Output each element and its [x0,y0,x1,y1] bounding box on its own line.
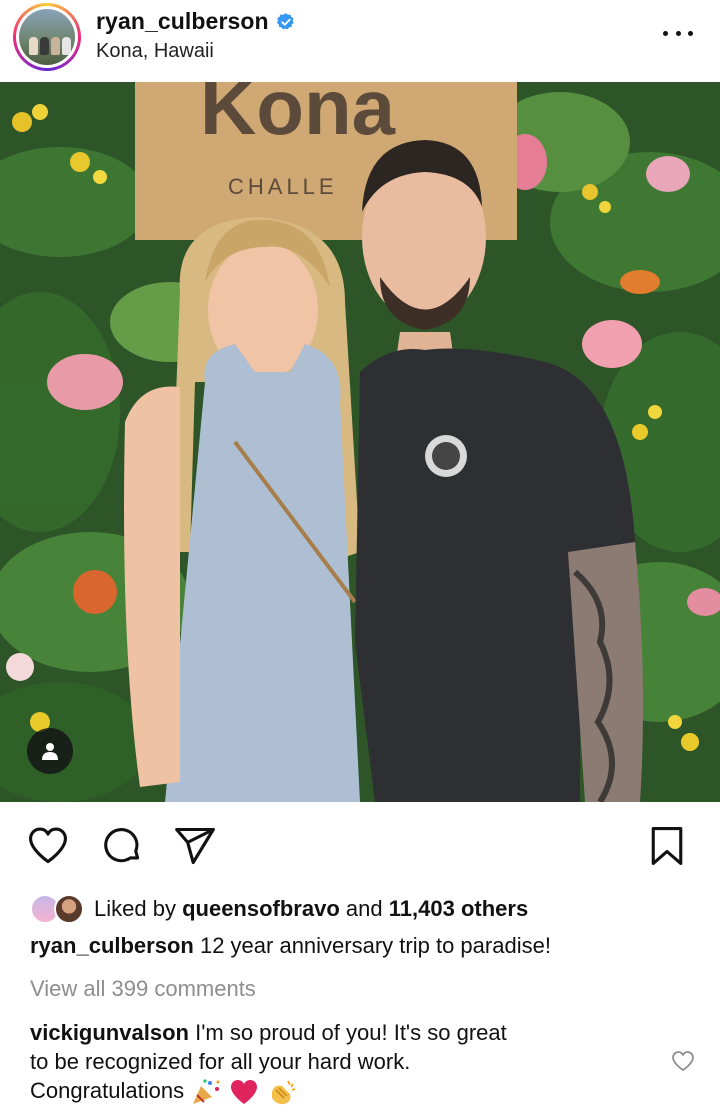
post-photo[interactable]: Kona CHALLE [0,82,720,802]
sign-subtext: CHALLE [228,174,338,199]
profile-avatar[interactable] [13,3,81,71]
comment-icon[interactable] [100,824,144,868]
comment-like-heart-icon[interactable] [671,1050,695,1072]
share-icon[interactable] [172,824,218,868]
user-tag-icon[interactable] [27,728,73,774]
liker-avatar-2 [54,894,84,924]
post-location[interactable]: Kona, Hawaii [96,40,214,63]
likes-summary: Liked by queensofbravo and 11,403 others [30,893,528,925]
more-options-icon[interactable] [663,20,693,46]
action-bar [0,820,720,876]
post-header: ryan_culberson Kona, Hawaii [0,0,720,82]
top-liker-link[interactable]: queensofbravo [182,896,340,922]
others-likes-link[interactable]: 11,403 others [389,896,528,922]
comment-line-3: Congratulations [30,1078,185,1103]
verified-badge-icon [276,12,294,29]
view-all-comments-link[interactable]: View all 399 comments [30,976,256,1002]
clapping-hands-icon [272,1080,296,1105]
red-heart-icon [231,1080,258,1105]
photo-illustration: Kona CHALLE [0,82,720,802]
sign-text: Kona [200,82,396,151]
comment-item: vickigunvalson I'm so proud of you! It's… [30,1018,650,1106]
comment-line-2: to be recognized for all your hard work. [30,1049,411,1074]
liker-avatars[interactable] [30,893,90,925]
like-heart-icon[interactable] [26,824,70,868]
comment-username[interactable]: vickigunvalson [30,1020,189,1045]
caption-text: 12 year anniversary trip to paradise! [199,933,551,958]
likes-connector: and [345,896,383,921]
caption-username[interactable]: ryan_culberson [30,933,194,958]
comment-line-1: I'm so proud of you! It's so great [195,1020,507,1045]
bookmark-icon[interactable] [647,824,687,868]
post-caption: ryan_culberson 12 year anniversary trip … [30,933,551,959]
likes-prefix: Liked by [94,896,176,921]
post-username[interactable]: ryan_culberson [96,8,269,35]
party-popper-icon [193,1079,220,1105]
avatar-image [19,9,75,65]
